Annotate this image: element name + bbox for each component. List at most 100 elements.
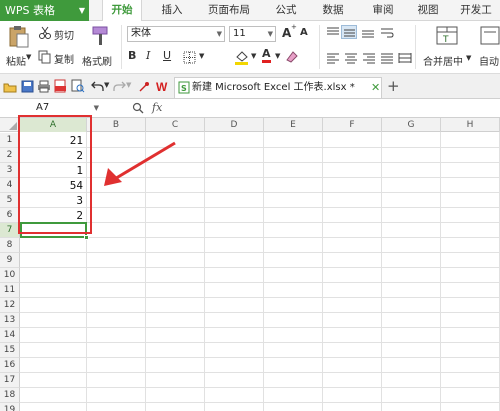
- app-menu-button[interactable]: WPS 表格 ▼: [0, 0, 89, 21]
- tab-home[interactable]: 开始: [102, 0, 142, 22]
- align-top-icon[interactable]: [326, 27, 340, 39]
- cell-a2[interactable]: 2: [20, 148, 87, 163]
- column-header-d[interactable]: D: [205, 118, 264, 132]
- row-header-18[interactable]: 18: [0, 388, 20, 403]
- row-header-13[interactable]: 13: [0, 313, 20, 328]
- borders-icon[interactable]: [183, 51, 197, 65]
- wrap-text-icon[interactable]: [380, 27, 394, 39]
- column-header-g[interactable]: G: [382, 118, 441, 132]
- formula-bar: A7 ▼ fx: [0, 99, 500, 118]
- row-header-19[interactable]: 19: [0, 403, 20, 411]
- zoom-icon[interactable]: [132, 102, 144, 114]
- chevron-down-icon: ▼: [267, 30, 273, 38]
- clear-format-icon[interactable]: [285, 50, 299, 64]
- grow-font-button[interactable]: A: [282, 26, 291, 40]
- row-header-5[interactable]: 5: [0, 193, 20, 208]
- column-header-f[interactable]: F: [323, 118, 382, 132]
- align-bottom-icon[interactable]: [361, 27, 375, 39]
- column-header-e[interactable]: E: [264, 118, 323, 132]
- justify-icon[interactable]: [380, 52, 394, 64]
- paste-button[interactable]: 粘贴 ▼: [4, 23, 36, 71]
- row-header-15[interactable]: 15: [0, 343, 20, 358]
- document-tab[interactable]: S 新建 Microsoft Excel 工作表.xlsx * ✕: [174, 77, 382, 98]
- align-center-icon[interactable]: [344, 52, 358, 64]
- insert-function-button[interactable]: fx: [152, 101, 162, 114]
- column-header-h[interactable]: H: [441, 118, 500, 132]
- gridline-vertical: [381, 132, 382, 411]
- bold-button[interactable]: B: [128, 49, 136, 62]
- shrink-font-button[interactable]: A: [300, 27, 308, 38]
- auto-wrap-button[interactable]: 自动: [478, 23, 500, 71]
- tab-review[interactable]: 审阅: [363, 0, 403, 21]
- format-painter-button[interactable]: 格式刷: [82, 23, 118, 71]
- redo-icon[interactable]: [113, 80, 126, 92]
- column-header-b[interactable]: B: [87, 118, 146, 132]
- row-header-9[interactable]: 9: [0, 253, 20, 268]
- fill-color-icon[interactable]: [234, 49, 250, 65]
- tab-page-layout[interactable]: 页面布局: [196, 0, 262, 21]
- formula-input[interactable]: [175, 100, 500, 116]
- row-header-2[interactable]: 2: [0, 148, 20, 163]
- wps-logo-icon[interactable]: W: [155, 79, 171, 93]
- row-header-6[interactable]: 6: [0, 208, 20, 223]
- gridline-horizontal: [20, 297, 500, 298]
- worksheet-grid[interactable]: ABCDEFGH 1 2 3 4 5 6 7 8 9 10 11 12 13 14 15 16 17 18 19 21…: [0, 118, 500, 411]
- row-header-11[interactable]: 11: [0, 283, 20, 298]
- tab-view[interactable]: 视图: [408, 0, 448, 21]
- row-header-14[interactable]: 14: [0, 328, 20, 343]
- tab-insert[interactable]: 插入: [152, 0, 192, 21]
- save-icon[interactable]: [21, 80, 34, 93]
- gridline-horizontal: [20, 387, 500, 388]
- row-header-10[interactable]: 10: [0, 268, 20, 283]
- row-header-7[interactable]: 7: [0, 223, 20, 238]
- new-tab-button[interactable]: +: [387, 77, 400, 95]
- close-icon[interactable]: ✕: [371, 78, 380, 97]
- align-left-icon[interactable]: [326, 52, 340, 64]
- chevron-down-icon[interactable]: ▼: [251, 52, 256, 60]
- row-header-16[interactable]: 16: [0, 358, 20, 373]
- svg-text:T: T: [442, 35, 449, 45]
- underline-button[interactable]: U: [163, 49, 171, 62]
- chevron-down-icon[interactable]: ▼: [275, 52, 280, 60]
- fill-handle[interactable]: [84, 235, 89, 240]
- undo-icon[interactable]: [91, 80, 104, 92]
- italic-button[interactable]: I: [146, 49, 150, 62]
- chevron-down-icon[interactable]: ▼: [199, 52, 204, 60]
- align-middle-icon[interactable]: [341, 25, 357, 39]
- row-header-17[interactable]: 17: [0, 373, 20, 388]
- row-header-8[interactable]: 8: [0, 238, 20, 253]
- tab-developer[interactable]: 开发工: [452, 0, 500, 21]
- cell-a4[interactable]: 54: [20, 178, 87, 193]
- font-size-select[interactable]: 11 ▼: [229, 26, 276, 42]
- pdf-export-icon[interactable]: [54, 79, 67, 93]
- column-header-c[interactable]: C: [146, 118, 205, 132]
- chevron-down-icon[interactable]: ▼: [126, 81, 131, 89]
- name-box[interactable]: A7 ▼: [0, 100, 103, 116]
- chevron-down-icon[interactable]: ▼: [104, 81, 109, 89]
- tab-formulas[interactable]: 公式: [266, 0, 306, 21]
- font-name-select[interactable]: 宋体 ▼: [127, 26, 225, 42]
- column-header-a[interactable]: A: [20, 118, 87, 132]
- cell-a5[interactable]: 3: [20, 193, 87, 208]
- active-cell-a7[interactable]: [20, 222, 87, 238]
- row-header-4[interactable]: 4: [0, 178, 20, 193]
- distributed-icon[interactable]: [398, 52, 412, 64]
- cell-a6[interactable]: 2: [20, 208, 87, 223]
- print-icon[interactable]: [37, 80, 51, 93]
- open-folder-icon[interactable]: [3, 81, 17, 93]
- merge-center-button[interactable]: T 合并居中 ▼: [420, 23, 476, 71]
- align-right-icon[interactable]: [362, 52, 376, 64]
- customize-toolbar-icon[interactable]: [138, 81, 150, 93]
- row-header-3[interactable]: 3: [0, 163, 20, 178]
- cell-a3[interactable]: 1: [20, 163, 87, 178]
- cut-button[interactable]: 剪切: [38, 25, 78, 42]
- font-color-button[interactable]: A: [262, 48, 271, 63]
- copy-button[interactable]: 复制: [38, 49, 78, 66]
- row-header-12[interactable]: 12: [0, 298, 20, 313]
- row-header-1[interactable]: 1: [0, 133, 20, 148]
- gridline-horizontal: [20, 192, 500, 193]
- tab-data[interactable]: 数据: [313, 0, 353, 21]
- cell-a1[interactable]: 21: [20, 133, 87, 148]
- print-preview-icon[interactable]: [71, 79, 85, 93]
- select-all-corner[interactable]: [0, 118, 20, 132]
